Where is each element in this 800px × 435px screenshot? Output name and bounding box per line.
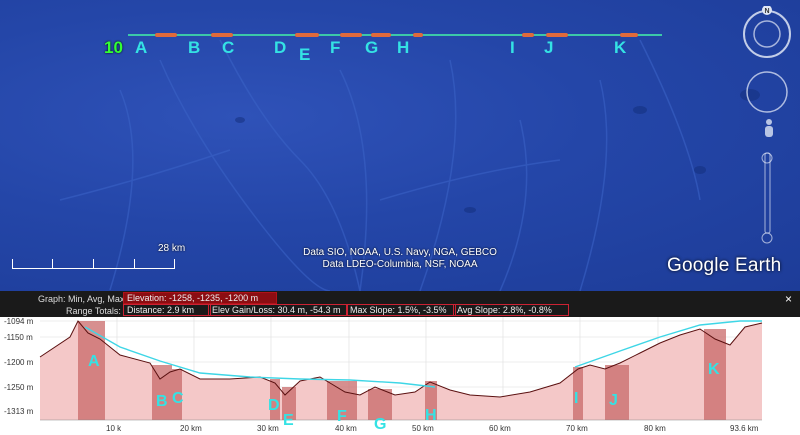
profile-header: Graph: Min, Avg, Max Elevation: -1258, -… (0, 291, 800, 317)
marker-f[interactable]: F (330, 38, 340, 58)
avg-slope-readout: Avg Slope: 2.8%, -0.8% (453, 304, 569, 316)
profile-label-i: I (574, 390, 578, 407)
y-tick-label: -1200 m (4, 358, 34, 367)
profile-label-j: J (609, 392, 618, 409)
zoom-slider[interactable] (761, 152, 773, 244)
track-segment (522, 33, 534, 37)
x-tick-label: 80 km (644, 424, 666, 433)
graph-label: Graph: Min, Avg, Max (38, 294, 125, 304)
marker-e[interactable]: E (299, 45, 310, 65)
track-segment (371, 33, 391, 37)
x-tick-label: 30 km (257, 424, 279, 433)
profile-label-h: H (425, 407, 437, 424)
x-tick-label: 93.6 km (730, 424, 759, 433)
look-joystick[interactable] (746, 71, 788, 113)
x-tick-label: 10 k (106, 424, 122, 433)
line-number-label: 10 (104, 38, 123, 57)
track-segment (546, 33, 568, 37)
track-segment (620, 33, 638, 37)
y-tick-label: -1094 m (4, 317, 34, 326)
marker-j[interactable]: J (544, 38, 553, 58)
marker-k[interactable]: K (614, 38, 626, 58)
marker-a[interactable]: A (135, 38, 147, 58)
elevation-profile-panel: Graph: Min, Avg, Max Elevation: -1258, -… (0, 291, 800, 435)
map-viewport[interactable]: 10 A B C D E F G H I J K Data SIO, NOAA,… (0, 0, 800, 291)
track-segment (155, 33, 177, 37)
profile-label-d: D (268, 397, 280, 414)
x-tick-label: 70 km (566, 424, 588, 433)
max-slope-readout: Max Slope: 1.5%, -3.5% (346, 304, 456, 316)
y-tick-label: -1313 m (4, 407, 34, 416)
profile-label-c: C (172, 390, 184, 407)
y-tick-label: -1150 m (4, 333, 33, 342)
range-totals-label: Range Totals: (66, 306, 121, 316)
profile-label-b: B (156, 393, 168, 410)
profile-label-a: A (88, 353, 100, 370)
navigation-controls: N (738, 5, 800, 256)
elevation-readout: Elevation: -1258, -1235, -1200 m (123, 292, 277, 304)
x-tick-label: 20 km (180, 424, 202, 433)
compass-letter: N (764, 8, 769, 15)
profile-label-k: K (708, 361, 720, 378)
zoom-out-icon (761, 232, 773, 244)
profile-label-g: G (374, 416, 386, 433)
x-tick-label: 50 km (412, 424, 434, 433)
scale-label: 28 km (158, 243, 186, 254)
y-tick-label: -1250 m (4, 383, 34, 392)
distance-readout: Distance: 2.9 km (123, 304, 211, 316)
marker-c[interactable]: C (222, 38, 234, 58)
data-attribution: Data SIO, NOAA, U.S. Navy, NGA, GEBCO Da… (290, 247, 510, 271)
x-tick-label: 60 km (489, 424, 511, 433)
attribution-line-2: Data LDEO-Columbia, NSF, NOAA (322, 259, 478, 270)
close-profile-button[interactable]: × (785, 292, 792, 306)
scale-bar (12, 258, 175, 269)
track-segment (413, 33, 423, 37)
marker-g[interactable]: G (365, 38, 378, 58)
elevation-chart[interactable]: -1094 m -1150 m -1200 m -1250 m -1313 m … (0, 317, 800, 435)
marker-d[interactable]: D (274, 38, 286, 58)
marker-i[interactable]: I (510, 38, 515, 58)
marker-b[interactable]: B (188, 38, 200, 58)
street-view-pegman-icon[interactable] (765, 119, 773, 137)
google-earth-logo: Google Earth (667, 255, 782, 276)
track-segment (295, 33, 319, 37)
track-segment (340, 33, 362, 37)
profile-label-e: E (283, 412, 294, 429)
elev-gain-loss-readout: Elev Gain/Loss: 30.4 m, -54.3 m (208, 304, 348, 316)
marker-h[interactable]: H (397, 38, 409, 58)
compass-ring[interactable]: N (743, 5, 791, 58)
track-segment (211, 33, 233, 37)
x-tick-label: 40 km (335, 424, 357, 433)
profile-label-f: F (337, 408, 347, 425)
attribution-line-1: Data SIO, NOAA, U.S. Navy, NGA, GEBCO (303, 247, 497, 258)
